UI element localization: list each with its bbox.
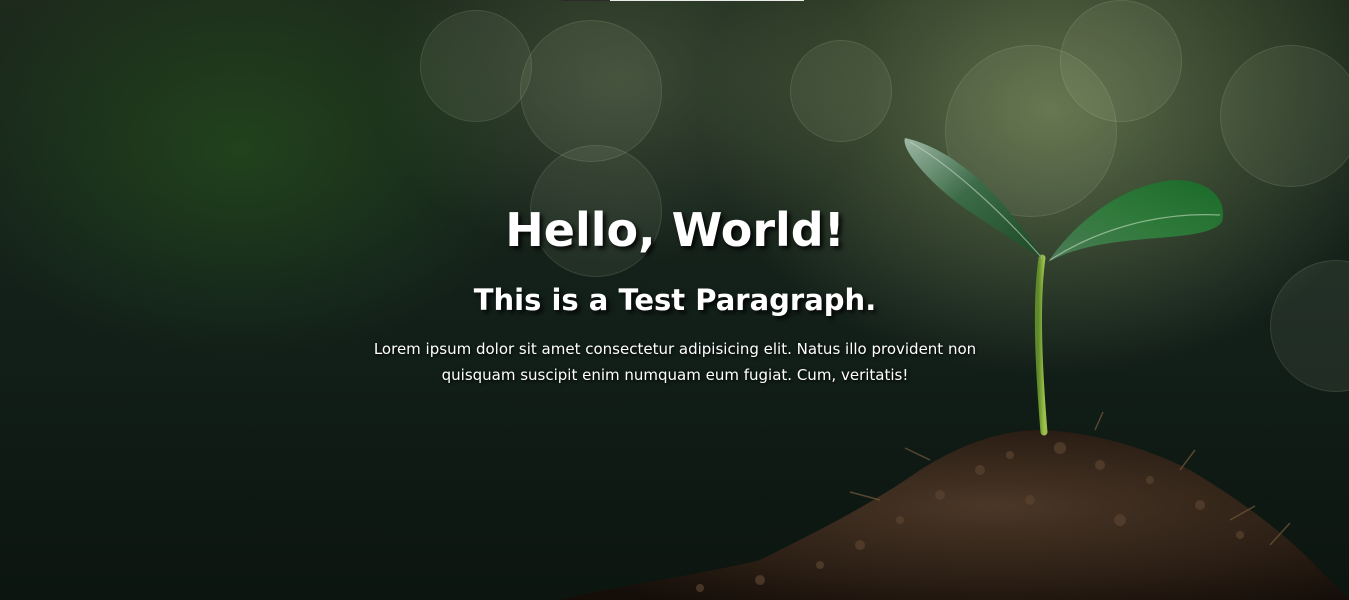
hero-subtitle: This is a Test Paragraph. (473, 283, 877, 317)
hero-section: Hello, World! This is a Test Paragraph. … (0, 0, 1349, 600)
top-edge-strip (562, 0, 804, 1)
hero-paragraph: Lorem ipsum dolor sit amet consectetur a… (373, 340, 977, 384)
hero-content: Hello, World! This is a Test Paragraph. … (350, 198, 1000, 388)
hero-title: Hello, World! (505, 203, 845, 257)
